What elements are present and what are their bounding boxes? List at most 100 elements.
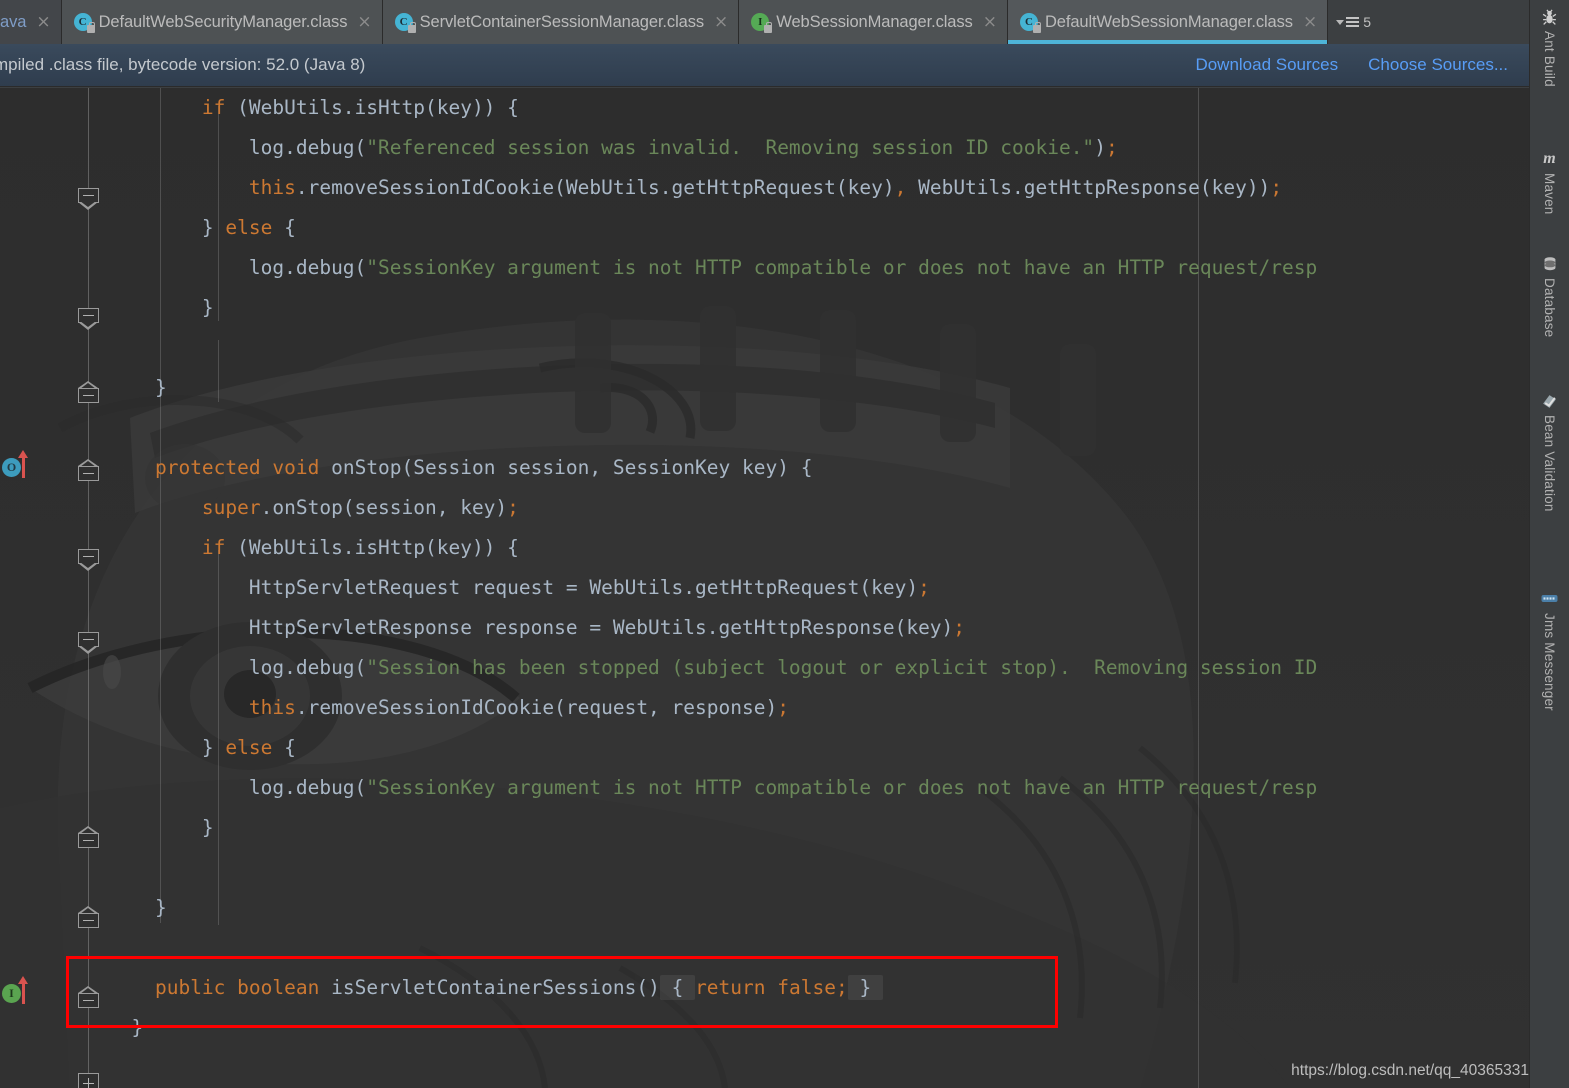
code-fold-marker[interactable] — [78, 826, 99, 854]
code-token: } — [201, 216, 226, 239]
code-line[interactable]: HttpServletRequest request = WebUtils.ge… — [108, 568, 1530, 608]
code-line-highlighted[interactable]: public boolean isServletContainerSession… — [108, 968, 1530, 1008]
code-line[interactable]: HttpServletResponse response = WebUtils.… — [108, 608, 1530, 648]
code-token: , — [894, 176, 907, 199]
code-line[interactable]: } — [108, 888, 1530, 928]
editor-tab-label: DefaultWebSecurityManager.class — [98, 12, 348, 31]
code-line[interactable]: } else { — [108, 208, 1530, 248]
code-line[interactable]: log.debug("Session has been stopped (sub… — [108, 648, 1530, 688]
code-fold-marker[interactable] — [78, 632, 99, 654]
jms-messenger-icon — [1541, 590, 1559, 608]
code-token: ; — [1270, 176, 1283, 199]
code-token: ; — [918, 576, 930, 599]
download-sources-link[interactable]: Download Sources — [1195, 55, 1338, 75]
notification-message: mpiled .class file, bytecode version: 52… — [0, 55, 366, 74]
implement-method-gutter-icon[interactable]: I — [2, 976, 36, 1006]
code-line[interactable]: if (WebUtils.isHttp(key)) { — [108, 528, 1530, 568]
tool-window-label: Bean Validation — [1542, 415, 1557, 512]
code-line[interactable]: this.removeSessionIdCookie(request, resp… — [108, 688, 1530, 728]
code-line[interactable]: } — [108, 288, 1530, 328]
code-token: .removeSessionIdCookie(WebUtils.getHttpR… — [295, 176, 895, 199]
code-token: { — [272, 736, 296, 759]
code-token: ; — [835, 976, 848, 999]
choose-sources-link[interactable]: Choose Sources... — [1368, 55, 1508, 75]
code-token: ; — [1105, 136, 1118, 159]
close-icon[interactable]: × — [1303, 13, 1317, 31]
code-token: else — [225, 736, 273, 759]
tab-count-label: 5 — [1363, 14, 1371, 30]
code-token: log.debug( — [248, 136, 367, 159]
code-token: protected — [154, 456, 261, 479]
code-token: log.debug( — [248, 256, 367, 279]
close-icon[interactable]: × — [36, 13, 50, 31]
code-line[interactable]: log.debug("Referenced session was invali… — [108, 128, 1530, 168]
code-fold-marker[interactable] — [78, 906, 99, 934]
code-token: "Session has been stopped (subject logou… — [366, 656, 1318, 679]
editor-tab-servletcontainersessionmanager[interactable]: C ServletContainerSessionManager.class × — [382, 0, 740, 44]
code-line[interactable]: } else { — [108, 728, 1530, 768]
tool-window-button-jms-messenger[interactable]: Jms Messenger — [1530, 590, 1569, 711]
code-line[interactable]: super.onStop(session, key); — [108, 488, 1530, 528]
code-line[interactable] — [108, 328, 1530, 368]
editor-tab-defaultwebsecuritymanager[interactable]: C DefaultWebSecurityManager.class × — [61, 0, 383, 44]
code-token: { — [659, 975, 696, 1000]
code-line[interactable]: protected void onStop(Session session, S… — [108, 448, 1530, 488]
tab-list-overflow-button[interactable]: 5 — [1328, 0, 1379, 44]
code-line[interactable]: } — [108, 808, 1530, 848]
code-token: void — [272, 456, 320, 479]
notification-actions: Download Sources Choose Sources... — [1195, 55, 1530, 75]
tool-window-button-ant-build[interactable]: Ant Build — [1530, 8, 1569, 87]
tool-window-label: Ant Build — [1542, 31, 1557, 87]
override-method-gutter-icon[interactable]: O — [2, 450, 36, 480]
close-icon[interactable]: × — [983, 13, 997, 31]
close-icon[interactable]: × — [357, 13, 371, 31]
editor-tab-label: ServletContainerSessionManager.class — [419, 12, 705, 31]
code-token: log.debug( — [248, 656, 367, 679]
gutter-divider — [88, 88, 89, 1088]
code-token: HttpServletResponse response = WebUtils.… — [248, 616, 954, 639]
code-line[interactable]: this.removeSessionIdCookie(WebUtils.getH… — [108, 168, 1530, 208]
editor-gutter[interactable]: O I — [0, 88, 108, 1088]
implement-arrow-icon — [18, 976, 28, 1004]
code-line[interactable]: if (WebUtils.isHttp(key)) { — [108, 88, 1530, 128]
code-fold-marker[interactable] — [78, 549, 99, 571]
code-line[interactable]: log.debug("SessionKey argument is not HT… — [108, 248, 1530, 288]
blog-url-watermark: https://blog.csdn.net/qq_40365331 — [1291, 1062, 1529, 1079]
editor-tab-java[interactable]: ava × — [0, 0, 62, 44]
code-fold-marker[interactable] — [78, 308, 99, 330]
code-line[interactable]: } — [108, 368, 1530, 408]
code-line[interactable] — [108, 928, 1530, 968]
tool-window-button-bean-validation[interactable]: Bean Validation — [1530, 392, 1569, 512]
override-badge-label: O — [2, 458, 21, 477]
code-line[interactable] — [108, 848, 1530, 888]
interface-file-icon: I — [751, 13, 773, 33]
code-token: } — [131, 1016, 144, 1039]
class-file-icon: C — [394, 13, 416, 33]
editor-tab-defaultwebsessionmanager[interactable]: C DefaultWebSessionManager.class × — [1007, 0, 1329, 44]
code-fold-marker[interactable] — [78, 459, 99, 487]
code-fold-marker[interactable] — [78, 381, 99, 409]
code-token: } — [847, 975, 883, 1000]
tool-window-button-maven[interactable]: m Maven — [1530, 150, 1569, 215]
code-line[interactable]: log.debug("SessionKey argument is not HT… — [108, 768, 1530, 808]
code-token: .removeSessionIdCookie(request, response… — [295, 696, 778, 719]
tool-window-label: Jms Messenger — [1542, 613, 1557, 711]
tool-window-button-database[interactable]: Database — [1530, 255, 1569, 337]
editor-tab-websessionmanager[interactable]: I WebSessionManager.class × — [739, 0, 1008, 44]
code-token: .onStop(session, key) — [260, 496, 508, 519]
code-fold-marker[interactable] — [78, 986, 99, 1014]
class-file-icon: C — [1019, 13, 1041, 33]
code-fold-expand-marker[interactable] — [78, 1073, 99, 1088]
code-content[interactable]: if (WebUtils.isHttp(key)) { log.debug("R… — [108, 88, 1530, 1048]
close-icon[interactable]: × — [714, 13, 728, 31]
code-token: } — [201, 296, 214, 319]
code-token: HttpServletRequest request = WebUtils.ge… — [248, 576, 919, 599]
code-line[interactable] — [108, 408, 1530, 448]
override-arrow-icon — [18, 450, 28, 478]
code-line[interactable]: } — [108, 1008, 1530, 1048]
code-token: onStop(Session session, SessionKey key) … — [319, 456, 813, 479]
code-fold-marker[interactable] — [78, 188, 99, 210]
code-editor[interactable]: O I if (WebUtils.isHttp(key)) { log.debu… — [0, 88, 1530, 1088]
code-token: } — [201, 816, 214, 839]
